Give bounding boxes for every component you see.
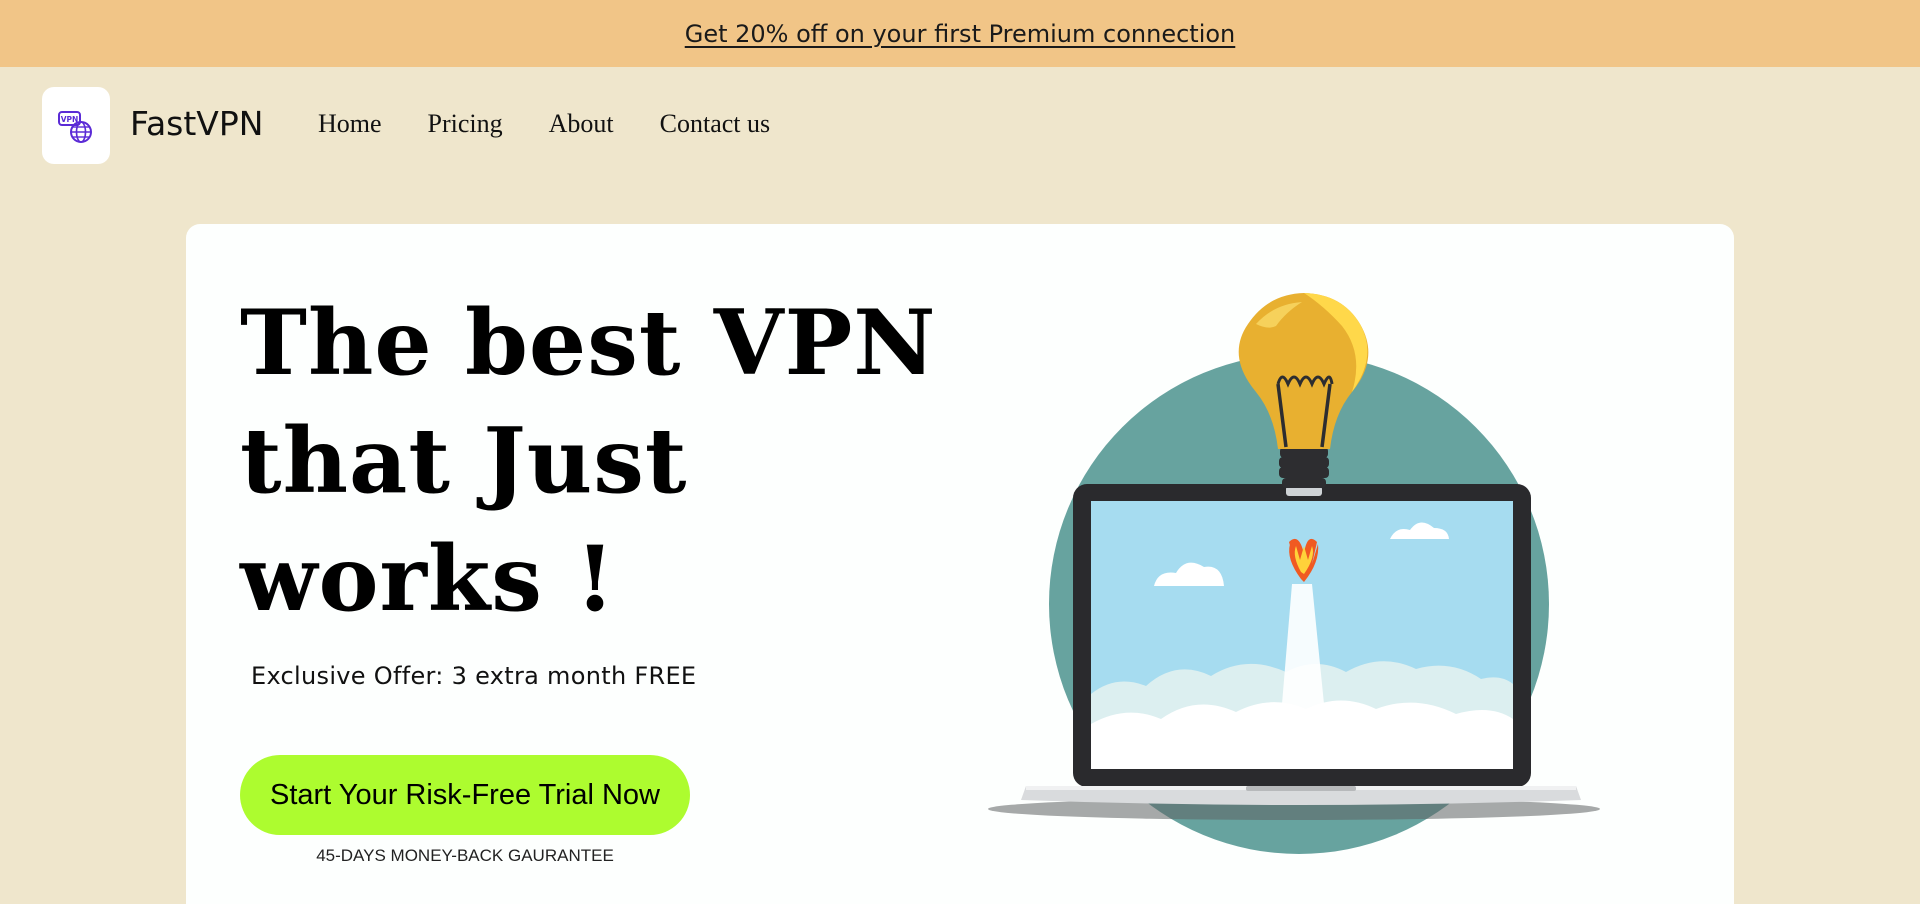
logo[interactable]: VPN	[42, 87, 110, 164]
laptop-rocket-illustration	[988, 293, 1600, 854]
guarantee-text: 45-DAYS MONEY-BACK GAURANTEE	[316, 846, 614, 865]
hero-title-line-1: The best VPN	[240, 290, 937, 396]
hero-title: The best VPN that Just works !	[240, 284, 1020, 638]
vpn-globe-icon: VPN	[58, 110, 92, 143]
offer-text: Exclusive Offer: 3 extra month FREE	[251, 662, 697, 690]
promo-link[interactable]: Get 20% off on your first Premium connec…	[685, 20, 1236, 48]
brand-name[interactable]: FastVPN	[130, 104, 263, 143]
hero-card: The best VPN that Just works ! Exclusive…	[186, 224, 1734, 904]
nav-menu: Home Pricing About Contact us	[318, 109, 770, 139]
start-trial-button[interactable]: Start Your Risk-Free Trial Now	[240, 755, 690, 835]
hero-title-line-2: that Just	[240, 408, 688, 514]
navbar: VPN FastVPN Home Pricing About Contact u…	[0, 67, 1920, 187]
nav-home[interactable]: Home	[318, 109, 382, 139]
promo-banner: Get 20% off on your first Premium connec…	[0, 0, 1920, 67]
nav-about[interactable]: About	[549, 109, 614, 139]
nav-pricing[interactable]: Pricing	[428, 109, 503, 139]
nav-contact[interactable]: Contact us	[660, 109, 771, 139]
hero-title-line-3: works !	[240, 526, 616, 632]
